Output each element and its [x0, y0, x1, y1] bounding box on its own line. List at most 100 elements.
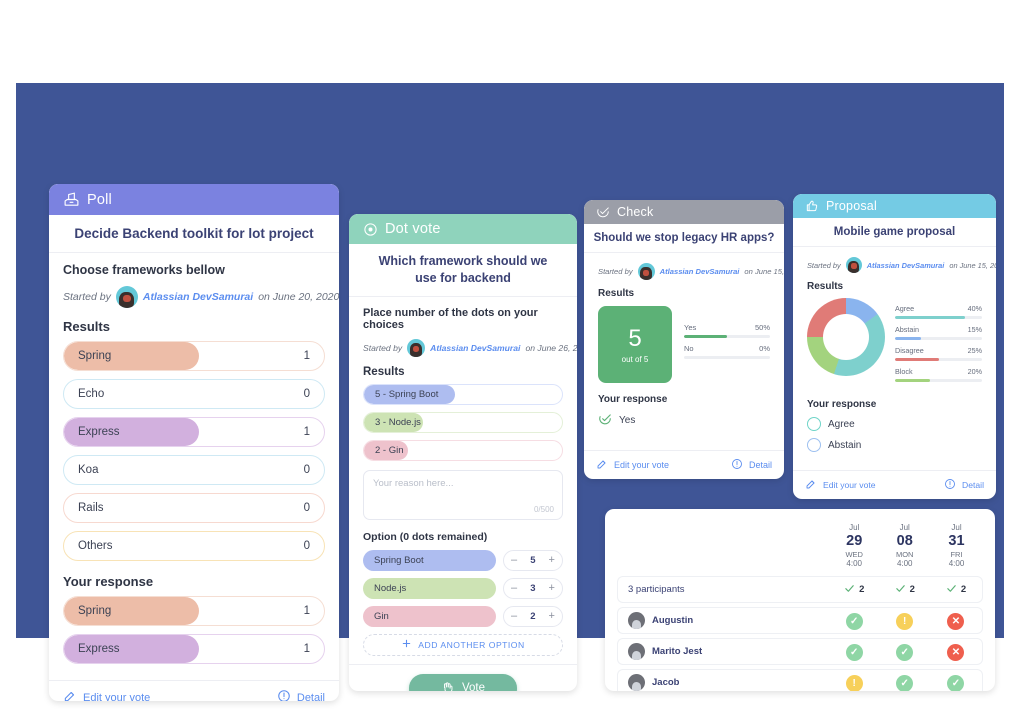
dot-vote-result-name: 3 - Node.js	[375, 416, 421, 428]
dot-vote-result-row: 2 - Gin	[363, 439, 563, 461]
status-badge-yes: ✓	[845, 613, 863, 631]
proposal-legend-row: Disagree 25%	[895, 346, 982, 361]
info-icon	[731, 458, 743, 472]
proposal-legend-name: Disagree	[895, 346, 924, 355]
edit-your-vote-button[interactable]: Edit your vote	[596, 458, 669, 472]
edit-your-vote-label: Edit your vote	[614, 460, 670, 470]
schedule-weekday: FRI	[950, 550, 963, 560]
check-started-by: Started by Atlassian DevSamurai on June …	[598, 263, 784, 280]
dot-vote-title: Which framework should we use for backen…	[349, 244, 577, 297]
detail-button[interactable]: Detail	[944, 478, 984, 492]
schedule-time: 4:00	[846, 559, 862, 569]
proposal-card-header: Proposal	[793, 194, 996, 218]
stepper-minus-button[interactable]: –	[511, 582, 517, 594]
poll-option-count: 0	[303, 502, 310, 514]
poll-option-row[interactable]: Express 1	[63, 417, 325, 447]
poll-footer: Edit your vote Detail	[49, 680, 339, 701]
check-card: Check Should we stop legacy HR apps? Sta…	[584, 200, 784, 479]
check-results: 5 out of 5 Yes 50% No 0%	[598, 306, 770, 383]
author-link[interactable]: Atlassian DevSamurai	[430, 343, 520, 353]
proposal-legend-pct: 25%	[967, 346, 982, 355]
poll-option-row[interactable]: Express 1	[63, 634, 325, 664]
schedule-day: 31	[948, 533, 965, 549]
detail-button[interactable]: Detail	[731, 458, 772, 472]
quantity-stepper[interactable]: – 5 +	[503, 549, 563, 571]
dot-vote-result-row: 3 - Node.js	[363, 411, 563, 433]
poll-option-row[interactable]: Spring 1	[63, 596, 325, 626]
status-badge-yes: ✓	[947, 675, 965, 691]
poll-option-name: Echo	[78, 388, 105, 400]
schedule-date-column[interactable]: Jul 08 MON 4:00	[879, 523, 930, 572]
dot-vote-results-list: 5 - Spring Boot 3 - Node.js 2 - Gin	[363, 383, 563, 461]
reason-char-counter: 0/500	[533, 504, 554, 514]
poll-option-row[interactable]: Rails 0	[63, 493, 325, 523]
availability-cell[interactable]: ✓	[879, 638, 930, 666]
quantity-stepper[interactable]: – 2 +	[503, 605, 563, 627]
dot-vote-option-name[interactable]: Node.js	[363, 577, 496, 599]
schedule-summary-row: 3 participants 2 2 2	[617, 576, 983, 604]
stepper-plus-button[interactable]: +	[549, 582, 555, 594]
check-your-response-item: Yes	[598, 412, 770, 429]
stepper-plus-button[interactable]: +	[549, 610, 555, 622]
table-row: Augustin ✓ ! ✕	[617, 607, 983, 635]
schedule-summary-value: 2	[844, 583, 864, 597]
dot-vote-question: Place number of the dots on your choices	[363, 306, 538, 331]
schedule-weekday: WED	[845, 550, 863, 560]
stepper-minus-button[interactable]: –	[511, 610, 517, 622]
availability-cell[interactable]: ✓	[828, 607, 880, 635]
detail-button[interactable]: Detail	[277, 689, 325, 701]
poll-option-row[interactable]: Koa 0	[63, 455, 325, 485]
schedule-summary-value: 2	[895, 583, 915, 597]
proposal-legend-bar	[895, 316, 982, 319]
poll-option-name: Koa	[78, 464, 99, 476]
dot-vote-header-label: Dot vote	[385, 221, 441, 237]
check-body: Started by Atlassian DevSamurai on June …	[584, 253, 784, 450]
poll-option-name: Express	[78, 426, 120, 438]
poll-option-count: 1	[303, 350, 310, 362]
dot-vote-option-name[interactable]: Spring Boot	[363, 549, 496, 571]
poll-option-row[interactable]: Echo 0	[63, 379, 325, 409]
stepper-plus-button[interactable]: +	[549, 554, 555, 566]
participants-count-cell: 3 participants	[617, 576, 829, 604]
add-another-option-button[interactable]: ADD ANOTHER OPTION	[363, 633, 563, 656]
availability-cell[interactable]: !	[828, 669, 880, 691]
check-score-value: 5	[628, 325, 642, 352]
check-legend-row: No 0%	[684, 344, 770, 359]
started-suffix: on June 15, 2020	[744, 267, 784, 276]
participants-count-label: 3 participants	[628, 584, 685, 596]
vote-button[interactable]: Vote	[408, 673, 518, 691]
proposal-footer: Edit your vote Detail	[793, 470, 996, 499]
availability-cell[interactable]: ✓	[929, 669, 983, 691]
schedule-summary-value: 2	[946, 583, 966, 597]
poll-results-list: Spring 1 Echo 0 Express 1 Koa 0 Rails 0 …	[63, 341, 325, 561]
poll-title: Decide Backend toolkit for lot project	[49, 215, 339, 253]
dot-vote-option-name[interactable]: Gin	[363, 605, 496, 627]
poll-option-row[interactable]: Others 0	[63, 531, 325, 561]
schedule-date-column[interactable]: Jul 29 WED 4:00	[829, 523, 880, 572]
author-link[interactable]: Atlassian DevSamurai	[867, 261, 945, 270]
dot-vote-started-by: Started by Atlassian DevSamurai on June …	[363, 338, 577, 357]
status-badge-no: ✕	[947, 644, 965, 662]
poll-card: Poll Decide Backend toolkit for lot proj…	[49, 184, 339, 701]
edit-your-vote-button[interactable]: Edit your vote	[805, 478, 876, 492]
schedule-date-column[interactable]: Jul 31 FRI 4:00	[930, 523, 983, 572]
poll-option-row[interactable]: Spring 1	[63, 341, 325, 371]
availability-cell[interactable]: !	[879, 607, 930, 635]
reason-textarea[interactable]: Your reason here... 0/500	[363, 469, 563, 520]
availability-cell[interactable]: ✕	[929, 607, 983, 635]
started-prefix: Started by	[598, 267, 633, 276]
edit-your-vote-button[interactable]: Edit your vote	[63, 689, 150, 701]
table-row: Marito Jest ✓ ✓ ✕	[617, 638, 983, 666]
author-link[interactable]: Atlassian DevSamurai	[143, 291, 253, 303]
participant-cell: Augustin	[617, 607, 829, 635]
availability-cell[interactable]: ✓	[828, 638, 880, 666]
schedule-summary-cell: 2	[929, 576, 983, 604]
quantity-stepper[interactable]: – 3 +	[503, 577, 563, 599]
schedule-month: Jul	[849, 523, 860, 532]
availability-cell[interactable]: ✓	[879, 669, 930, 691]
poll-card-header: Poll	[49, 184, 339, 215]
author-link[interactable]: Atlassian DevSamurai	[660, 267, 740, 276]
smiley-neutral-icon	[807, 438, 821, 452]
availability-cell[interactable]: ✕	[929, 638, 983, 666]
stepper-minus-button[interactable]: –	[511, 554, 517, 566]
